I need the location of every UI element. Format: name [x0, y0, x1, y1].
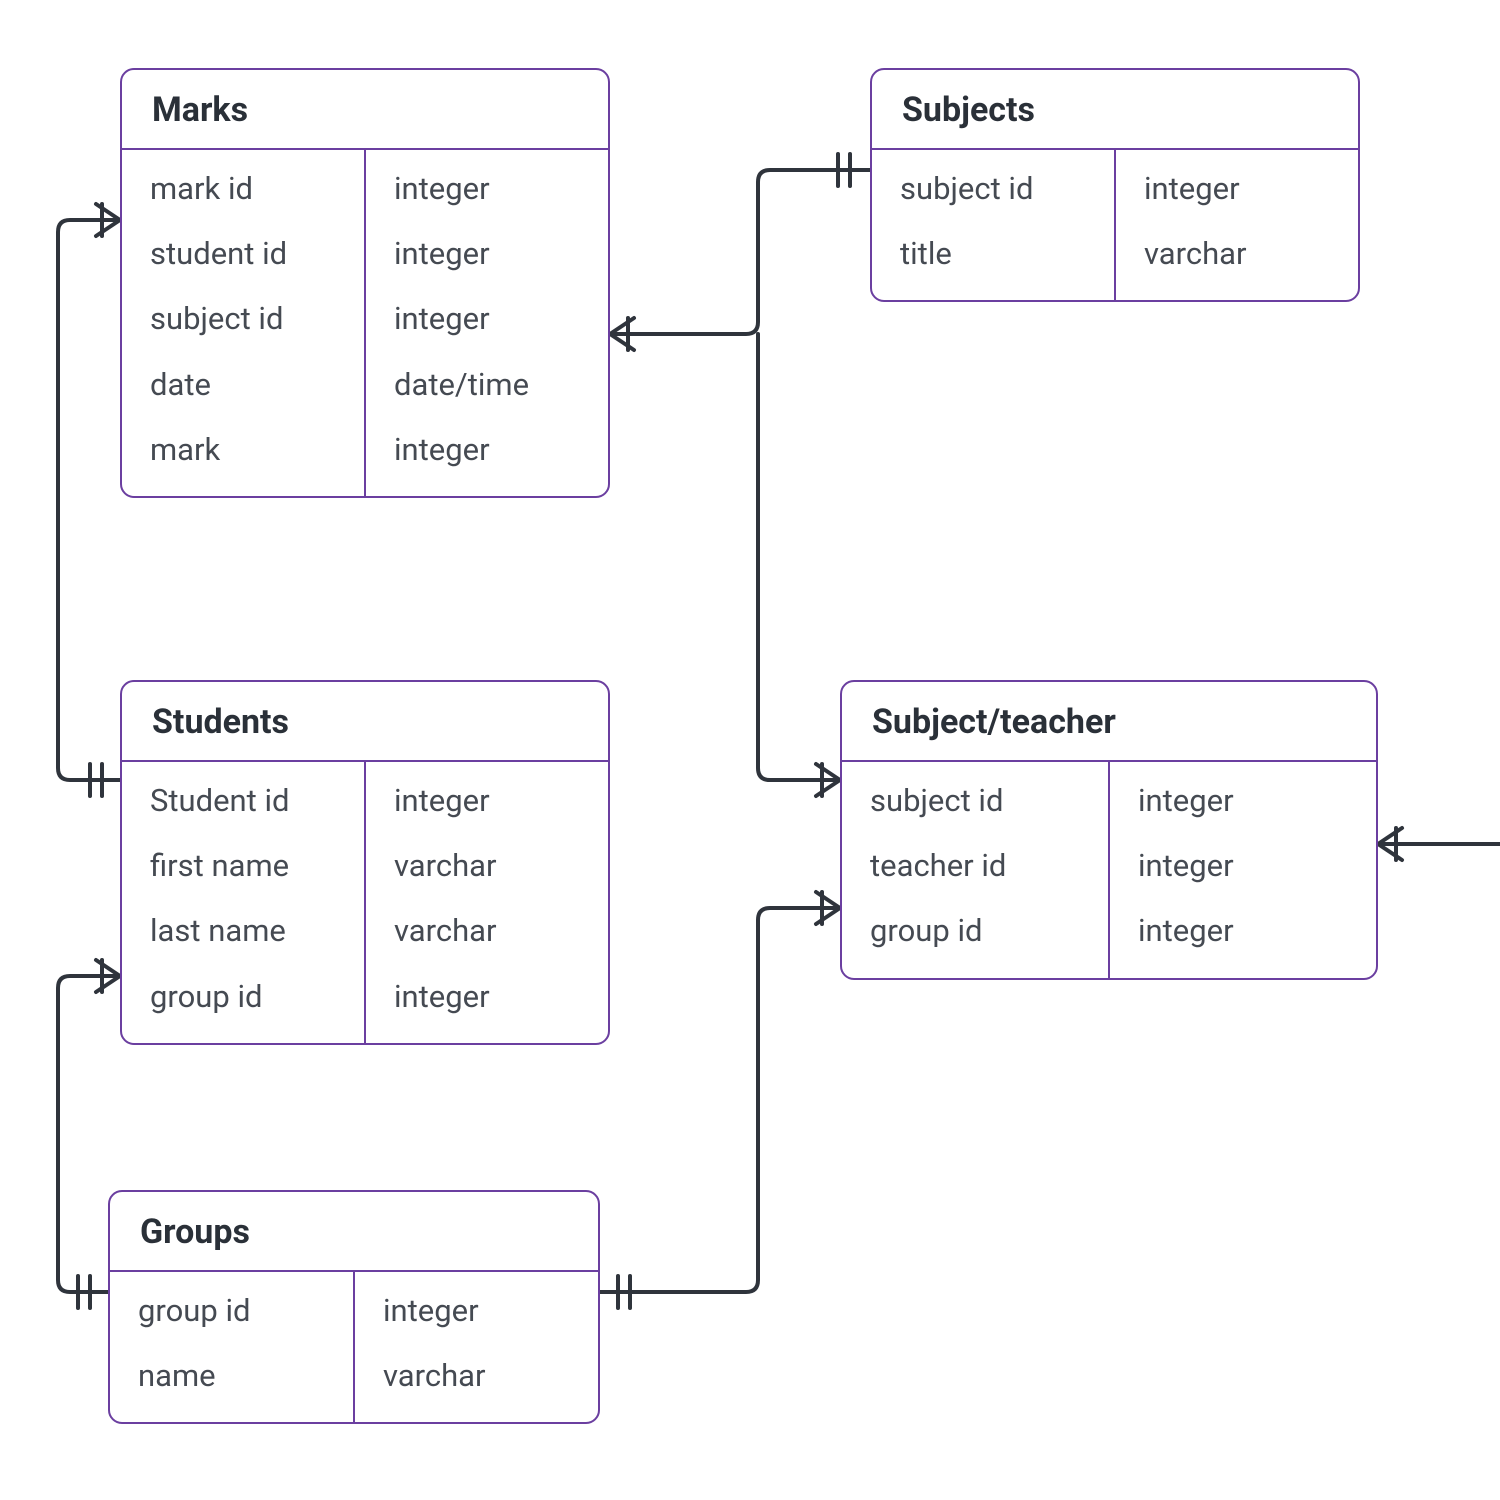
field-name: title — [872, 221, 1114, 286]
field-name: teacher id — [842, 833, 1108, 898]
field-type: integer — [366, 417, 608, 482]
field-type: varchar — [366, 833, 608, 898]
entity-groups-title: Groups — [110, 1192, 598, 1272]
field-type: integer — [366, 221, 608, 286]
entity-groups: Groups group id name integer varchar — [108, 1190, 600, 1424]
field-name: Student id — [122, 768, 364, 833]
field-type: integer — [1110, 768, 1376, 833]
entity-marks: Marks mark id student id subject id date… — [120, 68, 610, 498]
field-type: integer — [366, 964, 608, 1029]
rel-groups-subjectteacher — [600, 908, 840, 1292]
field-name: subject id — [122, 286, 364, 351]
rel-subjects-subjectteacher — [758, 334, 840, 780]
field-name: subject id — [872, 156, 1114, 221]
entity-subject-teacher: Subject/teacher subject id teacher id gr… — [840, 680, 1378, 980]
rel-subjects-marks — [610, 170, 870, 334]
field-type: varchar — [366, 898, 608, 963]
field-type: integer — [366, 286, 608, 351]
entity-students: Students Student id first name last name… — [120, 680, 610, 1045]
entity-marks-title: Marks — [122, 70, 608, 150]
field-type: integer — [366, 156, 608, 221]
entity-subject-teacher-title: Subject/teacher — [842, 682, 1376, 762]
field-type: varchar — [1116, 221, 1358, 286]
field-type: date/time — [366, 352, 608, 417]
entity-students-title: Students — [122, 682, 608, 762]
field-name: group id — [842, 898, 1108, 963]
rel-students-marks — [58, 220, 120, 780]
field-type: integer — [366, 768, 608, 833]
entity-subjects-title: Subjects — [872, 70, 1358, 150]
field-type: integer — [1110, 833, 1376, 898]
field-name: date — [122, 352, 364, 417]
entity-subjects: Subjects subject id title integer varcha… — [870, 68, 1360, 302]
field-name: student id — [122, 221, 364, 286]
field-type: integer — [1116, 156, 1358, 221]
field-type: varchar — [355, 1343, 598, 1408]
field-name: group id — [122, 964, 364, 1029]
field-name: mark id — [122, 156, 364, 221]
field-type: integer — [355, 1278, 598, 1343]
field-name: mark — [122, 417, 364, 482]
field-name: subject id — [842, 768, 1108, 833]
er-diagram-canvas: Marks mark id student id subject id date… — [0, 0, 1500, 1500]
field-name: last name — [122, 898, 364, 963]
field-name: name — [110, 1343, 353, 1408]
field-name: first name — [122, 833, 364, 898]
field-name: group id — [110, 1278, 353, 1343]
field-type: integer — [1110, 898, 1376, 963]
